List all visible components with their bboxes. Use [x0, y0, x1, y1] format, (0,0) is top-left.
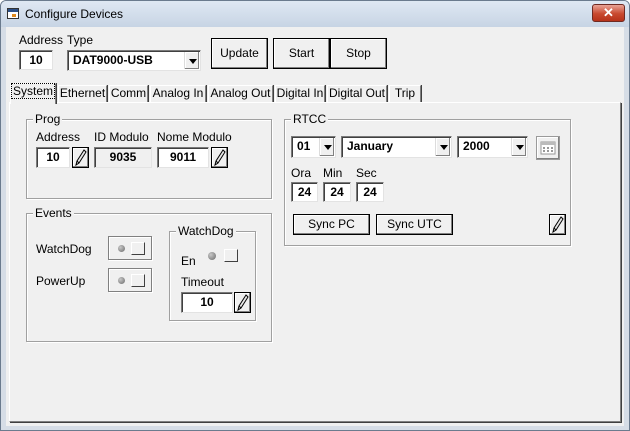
- prog-name-label: Nome Modulo: [157, 130, 232, 144]
- watchdog-toggle[interactable]: [108, 236, 152, 260]
- sync-pc-button[interactable]: Sync PC: [293, 214, 370, 235]
- app-icon: [7, 8, 19, 19]
- powerup-toggle[interactable]: [108, 268, 152, 292]
- tab-ethernet[interactable]: Ethernet: [58, 85, 107, 103]
- year-value: 2000: [463, 139, 490, 153]
- top-address-label: Address: [19, 33, 64, 47]
- min-input[interactable]: 24: [323, 182, 351, 202]
- year-dropdown[interactable]: 2000: [457, 136, 528, 158]
- window-title: Configure Devices: [25, 7, 124, 21]
- day-value: 01: [297, 139, 311, 153]
- tab-system[interactable]: System: [10, 83, 56, 104]
- tab-system-label: System: [10, 83, 56, 99]
- client-area: Address 10 Type DAT9000-USB Update Start…: [6, 27, 624, 426]
- rtcc-group: RTCC 01 January 2000 Ora Min Sec 24 24 2…: [284, 112, 571, 246]
- ora-input[interactable]: 24: [291, 182, 318, 202]
- stop-button[interactable]: Stop: [330, 38, 387, 69]
- sync-utc-button[interactable]: Sync UTC: [376, 214, 453, 235]
- top-type-label: Type: [67, 33, 94, 47]
- watchdog-subgroup: WatchDog En Timeout 10: [169, 224, 256, 321]
- prog-id-value: 9035: [94, 147, 152, 168]
- tab-analog-in[interactable]: Analog In: [150, 85, 206, 103]
- tab-digital-out[interactable]: Digital Out: [327, 85, 387, 103]
- min-label: Min: [323, 166, 343, 180]
- day-dropdown[interactable]: 01: [291, 136, 336, 158]
- start-button[interactable]: Start: [273, 38, 330, 69]
- events-group-title: Events: [33, 206, 74, 220]
- rtcc-group-title: RTCC: [291, 112, 329, 126]
- title-bar[interactable]: Configure Devices ✕: [1, 1, 629, 27]
- powerup-label: PowerUp: [36, 274, 86, 288]
- sec-label: Sec: [356, 166, 377, 180]
- prog-group: Prog Address 10 ID Modulo 9035 Nome Modu…: [26, 112, 272, 199]
- pencil-icon[interactable]: [211, 147, 228, 168]
- configure-devices-window: Configure Devices ✕ Address 10 Type DAT9…: [0, 0, 630, 431]
- close-icon: ✕: [603, 5, 614, 20]
- prog-name-input[interactable]: 9011: [157, 147, 209, 168]
- led-icon: [208, 252, 216, 260]
- prog-address-input[interactable]: 10: [36, 147, 70, 168]
- timeout-input[interactable]: 10: [181, 292, 233, 313]
- chevron-down-icon[interactable]: [511, 138, 526, 156]
- system-tab-panel: Prog Address 10 ID Modulo 9035 Nome Modu…: [9, 102, 621, 422]
- chevron-down-icon[interactable]: [319, 138, 334, 156]
- top-address-input[interactable]: 10: [19, 50, 53, 70]
- tab-digital-in[interactable]: Digital In: [275, 85, 325, 103]
- watchdog-subgroup-title: WatchDog: [176, 224, 236, 238]
- en-toggle[interactable]: [224, 249, 238, 262]
- led-icon: [118, 245, 125, 252]
- timeout-label: Timeout: [181, 275, 224, 289]
- month-dropdown[interactable]: January: [341, 136, 452, 158]
- chevron-down-icon[interactable]: [184, 52, 199, 69]
- pencil-icon[interactable]: [72, 147, 89, 168]
- events-group: Events WatchDog PowerUp WatchDog En Time…: [26, 206, 272, 342]
- prog-address-label: Address: [36, 130, 81, 144]
- calendar-button[interactable]: [536, 136, 560, 160]
- type-dropdown[interactable]: DAT9000-USB: [67, 50, 201, 71]
- calendar-icon: [540, 141, 556, 155]
- month-value: January: [347, 139, 394, 153]
- prog-group-title: Prog: [33, 112, 63, 126]
- chevron-down-icon[interactable]: [435, 138, 450, 156]
- pencil-icon[interactable]: [549, 214, 566, 235]
- watchdog-label: WatchDog: [36, 242, 92, 256]
- close-button[interactable]: ✕: [592, 4, 625, 22]
- led-icon: [118, 277, 125, 284]
- pencil-icon[interactable]: [234, 292, 251, 313]
- tab-comm[interactable]: Comm: [109, 85, 148, 103]
- ora-label: Ora: [291, 166, 312, 180]
- prog-id-label: ID Modulo: [94, 130, 149, 144]
- update-button[interactable]: Update: [211, 38, 268, 69]
- sec-input[interactable]: 24: [356, 182, 384, 202]
- tab-analog-out[interactable]: Analog Out: [208, 85, 273, 103]
- en-label: En: [181, 254, 196, 268]
- type-value: DAT9000-USB: [73, 53, 153, 67]
- tab-trip[interactable]: Trip: [389, 85, 421, 103]
